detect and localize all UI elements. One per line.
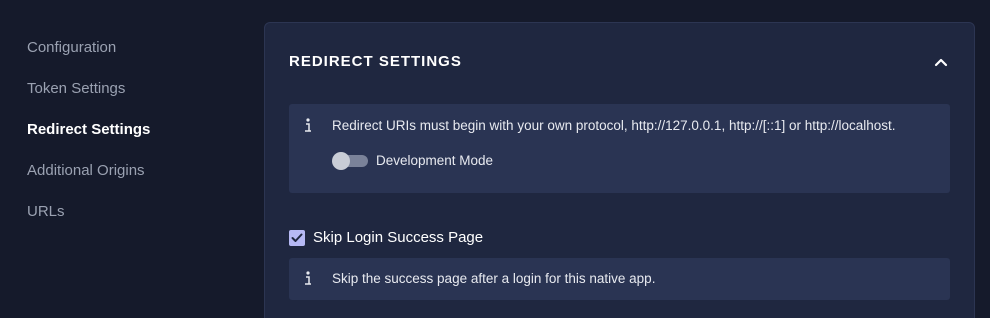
redirect-settings-panel: REDIRECT SETTINGS Redirect URIs must beg… — [264, 22, 975, 318]
sidebar-item-configuration[interactable]: Configuration — [27, 39, 116, 56]
development-mode-toggle[interactable] — [332, 152, 368, 170]
panel-header: REDIRECT SETTINGS — [265, 23, 974, 101]
info-icon — [305, 271, 311, 285]
sidebar-item-urls[interactable]: URLs — [27, 203, 65, 220]
redirect-info-box: Redirect URIs must begin with your own p… — [289, 104, 950, 193]
checkmark-icon — [291, 233, 303, 242]
sidebar-item-redirect-settings[interactable]: Redirect Settings — [27, 121, 150, 138]
development-mode-label: Development Mode — [376, 153, 494, 168]
info-icon — [305, 118, 311, 132]
sidebar: Configuration Token Settings Redirect Se… — [0, 0, 250, 318]
skip-login-checkbox[interactable] — [289, 230, 305, 246]
toggle-knob — [332, 152, 350, 170]
skip-login-label[interactable]: Skip Login Success Page — [313, 229, 483, 246]
redirect-info-text: Redirect URIs must begin with your own p… — [332, 118, 896, 133]
panel-title: REDIRECT SETTINGS — [289, 53, 462, 70]
sidebar-item-token-settings[interactable]: Token Settings — [27, 80, 125, 97]
skip-login-info-box: Skip the success page after a login for … — [289, 258, 950, 300]
skip-login-info-text: Skip the success page after a login for … — [332, 271, 656, 286]
page: Configuration Token Settings Redirect Se… — [0, 0, 990, 318]
chevron-up-icon — [934, 58, 948, 67]
collapse-button[interactable] — [930, 51, 952, 73]
sidebar-item-additional-origins[interactable]: Additional Origins — [27, 162, 145, 179]
